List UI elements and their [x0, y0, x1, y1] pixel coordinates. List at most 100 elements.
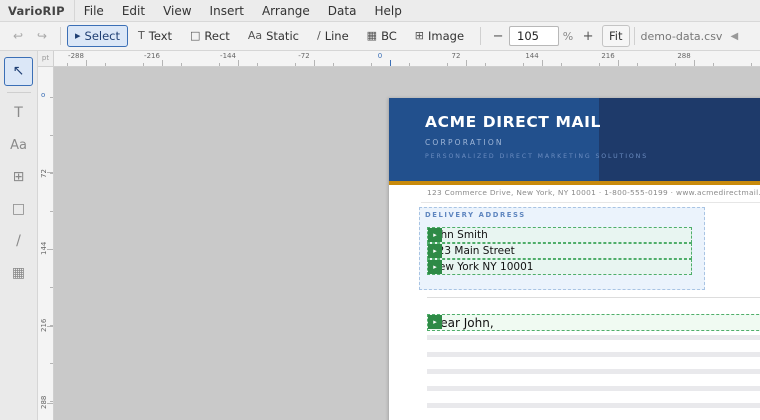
company-subtitle[interactable]: CORPORATION — [425, 138, 504, 147]
rect-icon: □ — [190, 29, 201, 42]
static-text-label: Static — [266, 29, 299, 43]
ruler-tick — [618, 60, 619, 66]
rect-label: Rect — [204, 29, 230, 43]
ruler-tick — [162, 60, 163, 66]
static-text-tool[interactable]: Aa — [4, 131, 33, 160]
ruler-label: 72 — [451, 52, 461, 60]
line-tool[interactable]: / — [4, 227, 33, 256]
ruler-origin-marker: o — [41, 91, 46, 99]
ruler-label: 0 — [377, 52, 383, 60]
zoom-input[interactable] — [509, 26, 560, 46]
rect-tool[interactable]: □ — [4, 195, 33, 224]
gold-rule[interactable] — [389, 181, 760, 185]
menu-file[interactable]: File — [75, 0, 113, 22]
body-text-line[interactable] — [427, 386, 760, 391]
image-icon: ⊞ — [414, 29, 424, 42]
canvas[interactable]: ACME DIRECT MAIL CORPORATION PERSONALIZE… — [54, 67, 760, 420]
ruler-tick — [542, 60, 543, 66]
line-label: Line — [324, 29, 349, 43]
image-tool[interactable]: ⊞ — [4, 163, 33, 192]
ruler-unit: pt — [38, 51, 54, 67]
body-text-line[interactable] — [427, 369, 760, 374]
tools-sidebar: ↖ T Aa ⊞ □ / ▦ — [0, 51, 38, 420]
company-name[interactable]: ACME DIRECT MAIL — [425, 113, 601, 131]
toolbar-divider — [480, 27, 482, 45]
image-label: Image — [428, 29, 465, 43]
variable-field-icon: ▸ — [428, 244, 442, 258]
static-text-button[interactable]: Aa Static — [240, 25, 307, 47]
header-banner[interactable]: ACME DIRECT MAIL CORPORATION PERSONALIZE… — [389, 98, 760, 181]
barcode-icon: ▦ — [366, 29, 378, 42]
select-icon: ▸ — [75, 29, 81, 42]
menu-insert[interactable]: Insert — [201, 0, 253, 22]
field-city[interactable]: New York NY 10001 ▸ — [427, 259, 692, 275]
content-divider — [427, 297, 760, 298]
static-text-icon: Aa — [247, 29, 263, 42]
field-city-text: New York NY 10001 — [431, 261, 534, 273]
field-street-text: 123 Main Street — [431, 245, 515, 257]
ruler-tick — [47, 403, 53, 404]
ruler-label: -72 — [298, 52, 310, 60]
text-tool[interactable]: T — [4, 99, 33, 128]
rect-icon: □ — [11, 201, 26, 217]
rect-button[interactable]: □ Rect — [182, 25, 238, 47]
field-name[interactable]: John Smith ▸ — [427, 227, 692, 243]
pointer-icon: ↖ — [12, 63, 25, 79]
collapse-panel-icon[interactable]: ◀ — [730, 31, 738, 42]
undo-icon[interactable]: ↩ — [6, 29, 30, 43]
fit-button[interactable]: Fit — [602, 25, 630, 47]
app-name: VarioRIP — [0, 0, 75, 22]
ruler-label: 216 — [601, 52, 615, 60]
menu-arrange[interactable]: Arrange — [253, 0, 319, 22]
menu-view[interactable]: View — [154, 0, 200, 22]
image-button[interactable]: ⊞ Image — [407, 25, 472, 47]
menu-help[interactable]: Help — [365, 0, 410, 22]
body-text-line[interactable] — [427, 403, 760, 408]
company-tagline[interactable]: PERSONALIZED DIRECT MARKETING SOLUTIONS — [425, 153, 648, 160]
toolbar-divider — [60, 27, 61, 45]
ruler-label: 288 — [677, 52, 691, 60]
zoom-out-button[interactable]: − — [487, 29, 509, 44]
data-file-name[interactable]: demo-data.csv — [635, 30, 723, 43]
ruler-label: -216 — [144, 52, 160, 60]
document-page[interactable]: ACME DIRECT MAIL CORPORATION PERSONALIZE… — [389, 98, 760, 420]
barcode-button[interactable]: ▦ BC — [359, 25, 405, 47]
select-tool[interactable]: ↖ — [4, 57, 33, 86]
variable-field-icon: ▸ — [428, 315, 442, 329]
barcode-label: BC — [381, 29, 397, 43]
select-label: Select — [84, 29, 121, 43]
text-button[interactable]: T Text — [130, 25, 180, 47]
redo-icon[interactable]: ↪ — [30, 29, 54, 43]
body-text-line[interactable] — [427, 335, 760, 340]
select-button[interactable]: ▸ Select — [67, 25, 129, 47]
line-button[interactable]: / Line — [309, 25, 357, 47]
line-icon: / — [16, 233, 21, 249]
ruler-tick — [86, 60, 87, 66]
menu-edit[interactable]: Edit — [113, 0, 154, 22]
horizontal-ruler: -288 -216 -144 -72 0 72 144 216 288 — [54, 51, 760, 67]
field-greeting[interactable]: Dear John, ▸ — [427, 314, 760, 331]
ruler-tick — [694, 60, 695, 66]
address-divider — [421, 202, 760, 203]
tools-divider — [7, 92, 31, 93]
ruler-label: 144 — [525, 52, 539, 60]
toolbar: ↩ ↪ ▸ Select T Text □ Rect Aa Static / L… — [0, 22, 760, 51]
line-icon: / — [316, 29, 321, 42]
body-text-line[interactable] — [427, 352, 760, 357]
text-icon: T — [14, 105, 23, 121]
ruler-tick — [238, 60, 239, 66]
text-label: Text — [148, 29, 173, 43]
zoom-unit: % — [562, 29, 574, 43]
variable-field-icon: ▸ — [428, 228, 442, 242]
ruler-tick — [466, 60, 467, 66]
barcode-tool[interactable]: ▦ — [4, 259, 33, 288]
text-icon: T — [138, 29, 145, 42]
delivery-address-label: DELIVERY ADDRESS — [425, 211, 526, 219]
menu-data[interactable]: Data — [319, 0, 366, 22]
company-address-line[interactable]: 123 Commerce Drive, New York, NY 10001 ·… — [427, 188, 760, 197]
field-street[interactable]: 123 Main Street ▸ — [427, 243, 692, 259]
ruler-tick — [47, 326, 53, 327]
static-text-icon: Aa — [10, 138, 27, 153]
zoom-in-button[interactable]: + — [577, 29, 599, 44]
vertical-ruler: 72 144 216 288 o — [38, 67, 54, 420]
